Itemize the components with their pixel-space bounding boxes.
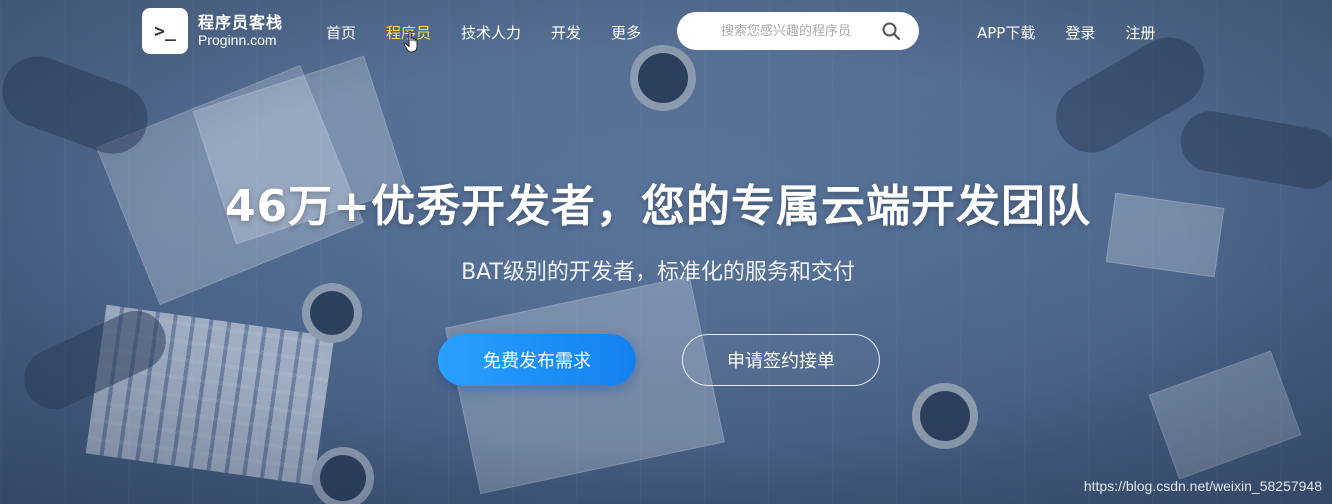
register-link[interactable]: 注册: [1125, 22, 1155, 43]
nav-item-more[interactable]: 更多: [611, 22, 641, 43]
apply-contract-button[interactable]: 申请签约接单: [682, 334, 880, 386]
main-nav: 首页 程序员 技术人力 开发 更多: [326, 22, 671, 43]
background-vignette: [0, 0, 1332, 504]
logo-text: 程序员客栈 Proginn.com: [198, 12, 284, 49]
terminal-icon: >_: [142, 8, 188, 54]
logo-name: 程序员客栈: [198, 12, 284, 32]
search-icon[interactable]: [881, 21, 901, 41]
watermark: https://blog.csdn.net/weixin_58257948: [1083, 478, 1322, 494]
nav-item-home[interactable]: 首页: [326, 22, 356, 43]
hero-background: [0, 0, 1332, 504]
nav-item-tech-staffing[interactable]: 技术人力: [461, 22, 521, 43]
search-box: [677, 12, 919, 50]
nav-item-development[interactable]: 开发: [551, 22, 581, 43]
hero-subtitle: BAT级别的开发者，标准化的服务和交付: [461, 260, 855, 285]
header-right-links: APP下载 登录 注册: [977, 22, 1185, 43]
logo-domain: Proginn.com: [198, 32, 277, 49]
site-header: >_ 程序员客栈 Proginn.com 首页 程序员 技术人力 开发 更多 A…: [0, 0, 1332, 64]
login-link[interactable]: 登录: [1065, 22, 1095, 43]
publish-request-button[interactable]: 免费发布需求: [438, 334, 636, 386]
hand-cursor-icon: [403, 30, 418, 53]
site-logo[interactable]: >_ 程序员客栈 Proginn.com: [142, 8, 283, 54]
app-download-link[interactable]: APP下载: [977, 22, 1035, 43]
hero-title: 46万+优秀开发者，您的专属云端开发团队: [224, 181, 1092, 232]
